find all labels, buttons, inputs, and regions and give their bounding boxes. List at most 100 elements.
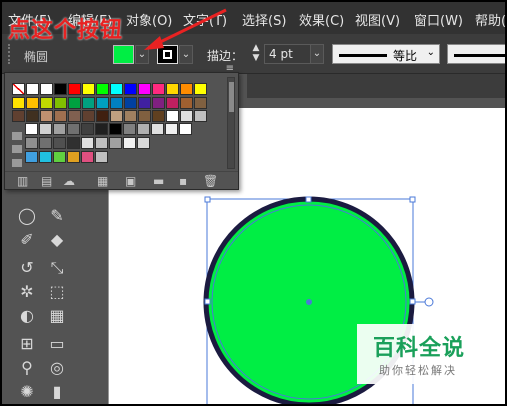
color-swatch[interactable] (138, 110, 151, 122)
color-group-options-icon[interactable]: ▦ (97, 174, 108, 188)
color-swatch[interactable] (165, 123, 178, 135)
shape-builder-tool-icon[interactable]: ◐ (14, 304, 40, 328)
scrollbar-thumb[interactable] (229, 82, 234, 112)
color-swatch[interactable] (109, 123, 122, 135)
color-swatch[interactable] (110, 83, 123, 95)
menu-view[interactable]: 视图(V) (355, 10, 400, 29)
mesh-tool-icon[interactable]: ⊞ (14, 332, 40, 356)
color-swatch[interactable] (138, 97, 151, 109)
puppet-warp-tool-icon[interactable]: ✲ (14, 280, 40, 304)
color-swatch[interactable] (40, 97, 53, 109)
color-swatch[interactable] (180, 97, 193, 109)
color-swatch[interactable] (124, 97, 137, 109)
eyedropper-tool-icon[interactable]: ⚲ (14, 356, 40, 380)
color-swatch[interactable] (123, 123, 136, 135)
color-swatch[interactable] (81, 137, 94, 149)
swatches-scrollbar[interactable] (227, 77, 235, 169)
cloud-library-icon[interactable]: ☁ (63, 174, 75, 188)
color-swatch[interactable] (39, 151, 52, 163)
color-swatch[interactable] (137, 137, 150, 149)
color-swatch[interactable] (95, 123, 108, 135)
fill-color-swatch[interactable] (113, 45, 134, 64)
color-swatch[interactable] (152, 110, 165, 122)
color-swatch[interactable] (25, 123, 38, 135)
color-swatch[interactable] (67, 151, 80, 163)
color-swatch[interactable] (95, 151, 108, 163)
scale-tool-icon[interactable]: ⤡ (44, 256, 70, 280)
color-swatch[interactable] (138, 83, 151, 95)
color-swatch[interactable] (179, 123, 192, 135)
color-swatch[interactable] (96, 83, 109, 95)
perspective-grid-tool-icon[interactable]: ▦ (44, 304, 70, 328)
color-swatch[interactable] (25, 151, 38, 163)
ellipse-tool-icon[interactable]: ◯ (14, 204, 40, 228)
color-swatch[interactable] (39, 123, 52, 135)
color-swatch[interactable] (12, 110, 25, 122)
color-swatch[interactable] (194, 110, 207, 122)
color-swatch[interactable] (180, 83, 193, 95)
color-swatch[interactable] (96, 110, 109, 122)
shaper-tool-icon[interactable]: ✐ (14, 228, 40, 252)
color-swatch[interactable] (53, 123, 66, 135)
color-swatch[interactable] (67, 123, 80, 135)
color-swatch[interactable] (82, 97, 95, 109)
color-swatch[interactable] (25, 137, 38, 149)
handle-mid-right[interactable] (409, 298, 416, 305)
menu-window[interactable]: 窗口(W) (414, 10, 463, 29)
color-swatch[interactable] (54, 83, 67, 95)
color-swatch[interactable] (40, 83, 53, 95)
delete-swatch-icon[interactable]: 🗑 (203, 174, 218, 188)
panel-menu-icon[interactable]: ≡ (226, 63, 234, 74)
rotate-tool-icon[interactable]: ↺ (14, 256, 40, 280)
color-swatch[interactable] (151, 123, 164, 135)
eraser-tool-icon[interactable]: ◆ (44, 228, 70, 252)
color-swatch[interactable] (53, 137, 66, 149)
swatch-libraries-icon[interactable]: ▥ (17, 174, 28, 188)
brush-definition[interactable] (447, 44, 505, 64)
new-swatch-icon[interactable]: ▪ (179, 174, 187, 188)
color-swatch[interactable] (166, 83, 179, 95)
color-swatch[interactable] (194, 83, 207, 95)
handle-top-left[interactable] (204, 196, 211, 203)
pie-widget-handle[interactable] (424, 297, 434, 307)
color-swatch[interactable] (53, 151, 66, 163)
color-swatch[interactable] (12, 83, 25, 95)
swatch-options-icon[interactable]: ▣ (125, 174, 136, 188)
color-swatch[interactable] (137, 123, 150, 135)
color-swatch[interactable] (152, 97, 165, 109)
menu-help[interactable]: 帮助( (475, 10, 505, 29)
handle-top-center[interactable] (305, 196, 312, 203)
color-swatch[interactable] (81, 151, 94, 163)
color-swatch[interactable] (40, 110, 53, 122)
handle-top-right[interactable] (409, 196, 416, 203)
color-swatch[interactable] (96, 97, 109, 109)
color-swatch[interactable] (110, 97, 123, 109)
color-swatch[interactable] (12, 97, 25, 109)
color-swatch[interactable] (68, 97, 81, 109)
new-color-group-icon[interactable]: ▬ (153, 174, 164, 188)
color-swatch[interactable] (26, 97, 39, 109)
color-swatch[interactable] (123, 137, 136, 149)
color-swatch[interactable] (26, 110, 39, 122)
color-swatch[interactable] (54, 110, 67, 122)
show-kinds-icon[interactable]: ▤ (41, 174, 52, 188)
color-swatch[interactable] (110, 110, 123, 122)
symbol-sprayer-tool-icon[interactable]: ✺ (14, 380, 40, 404)
color-swatch[interactable] (124, 110, 137, 122)
color-swatch[interactable] (166, 97, 179, 109)
color-swatch[interactable] (81, 123, 94, 135)
color-swatch[interactable] (39, 137, 52, 149)
stroke-width-dropdown[interactable]: ⌄ (310, 44, 324, 64)
color-swatch[interactable] (26, 83, 39, 95)
color-swatch[interactable] (54, 97, 67, 109)
color-swatch[interactable] (82, 110, 95, 122)
color-swatch[interactable] (68, 110, 81, 122)
color-swatch[interactable] (67, 137, 80, 149)
free-transform-tool-icon[interactable]: ⬚ (44, 280, 70, 304)
color-swatch[interactable] (109, 137, 122, 149)
color-swatch[interactable] (194, 97, 207, 109)
color-swatch[interactable] (68, 83, 81, 95)
color-swatch[interactable] (166, 110, 179, 122)
variable-width-profile[interactable]: 等比 ⌄ (332, 44, 440, 64)
menu-select[interactable]: 选择(S) (242, 10, 286, 29)
